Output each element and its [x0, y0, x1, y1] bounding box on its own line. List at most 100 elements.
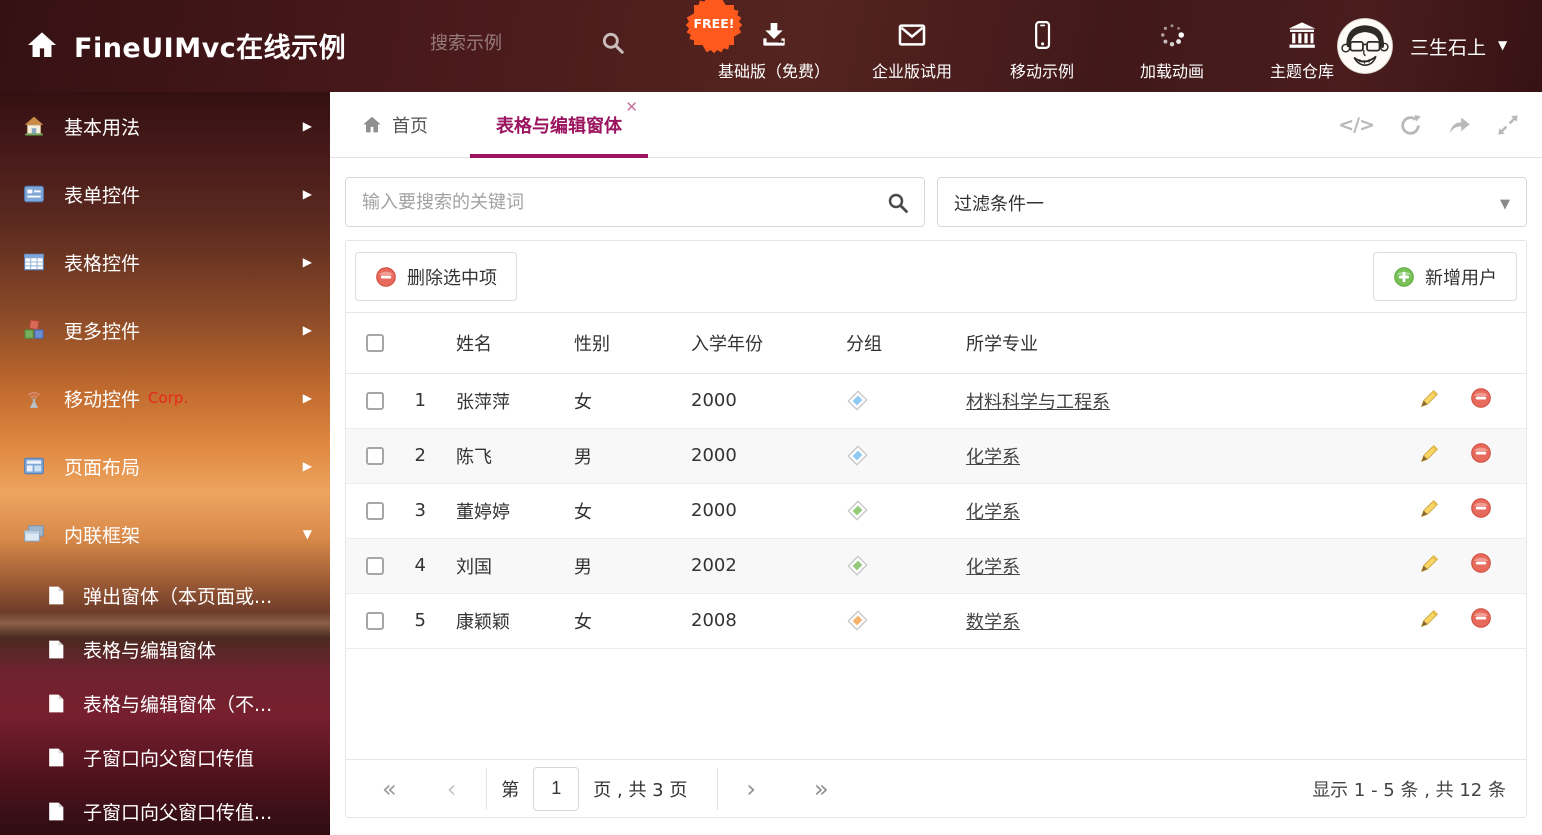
sidebar-item-basic-usage[interactable]: 基本用法 ▶	[0, 92, 330, 160]
document-icon	[46, 639, 66, 660]
col-header-group: 分组	[831, 313, 946, 373]
tab-home-label: 首页	[392, 112, 428, 138]
cell-name: 董婷婷	[436, 483, 566, 538]
sidebar-item-more-controls[interactable]: 更多控件 ▶	[0, 296, 330, 364]
sidebar-subitem-child-to-parent[interactable]: 子窗口向父窗口传值	[0, 730, 330, 784]
pagination-bar: « ‹ 第 页 , 共 3 页 › » 显示 1 - 5 条 , 共 12 条	[346, 759, 1526, 817]
row-checkbox[interactable]	[366, 612, 384, 630]
home-icon[interactable]	[26, 29, 58, 65]
tab-close-icon[interactable]: ✕	[625, 100, 638, 115]
delete-row-icon[interactable]	[1470, 442, 1492, 469]
source-code-icon[interactable]: </>	[1338, 114, 1374, 136]
users-table: 姓名 性别 入学年份 分组 所学专业 1 张萍萍 女 2000 材料科学与工程系	[346, 313, 1526, 649]
tab-grid-edit-window[interactable]: 表格与编辑窗体 ✕	[470, 92, 648, 158]
document-icon	[46, 747, 66, 768]
last-page-icon[interactable]: »	[814, 777, 829, 801]
sidebar-item-inline-frame[interactable]: 内联框架 ▼	[0, 500, 330, 568]
cell-gender: 女	[566, 593, 676, 648]
layout-icon	[22, 455, 46, 477]
plus-circle-icon	[1393, 266, 1415, 288]
chevron-right-icon: ▶	[303, 119, 312, 133]
edit-pencil-icon[interactable]	[1419, 553, 1440, 579]
add-user-button[interactable]: 新增用户	[1373, 252, 1517, 301]
user-avatar[interactable]	[1337, 18, 1393, 74]
edit-pencil-icon[interactable]	[1419, 443, 1440, 469]
sidebar-item-form-controls[interactable]: 表单控件 ▶	[0, 160, 330, 228]
search-icon[interactable]	[886, 191, 910, 219]
grid-panel: 删除选中项 新增用户 姓名 性别 入学年份 分组 所学专业	[345, 240, 1527, 818]
table-icon	[22, 251, 46, 273]
keyword-search-box	[345, 177, 925, 227]
envelope-icon	[896, 17, 928, 53]
user-caret-down-icon[interactable]: ▼	[1498, 38, 1507, 52]
major-link[interactable]: 化学系	[966, 447, 1020, 468]
refresh-icon[interactable]	[1398, 113, 1423, 138]
edit-pencil-icon[interactable]	[1419, 608, 1440, 634]
username[interactable]: 三生石上	[1410, 33, 1486, 60]
minus-circle-icon	[375, 266, 397, 288]
document-icon	[46, 801, 66, 822]
table-row: 5 康颖颖 女 2008 数学系	[346, 593, 1526, 648]
pager-divider	[717, 768, 718, 810]
next-page-icon[interactable]: ›	[746, 777, 756, 801]
sidebar-subitem-child-to-parent-2[interactable]: 子窗口向父窗口传值...	[0, 784, 330, 835]
edit-pencil-icon[interactable]	[1419, 388, 1440, 414]
delete-row-icon[interactable]	[1470, 607, 1492, 634]
delete-row-icon[interactable]	[1470, 552, 1492, 579]
table-row: 4 刘国 男 2002 化学系	[346, 538, 1526, 593]
phone-icon	[1028, 17, 1056, 53]
delete-selected-label: 删除选中项	[407, 264, 497, 290]
row-checkbox[interactable]	[366, 557, 384, 575]
page-number-input[interactable]	[533, 767, 579, 811]
header-nav: 基础版（免费） 企业版试用 移动示例 加载动画 主题仓库	[718, 0, 1350, 92]
keyword-search-input[interactable]	[362, 178, 862, 226]
first-page-icon[interactable]: «	[382, 777, 397, 801]
select-all-checkbox[interactable]	[366, 334, 384, 352]
sidebar-item-grid-controls[interactable]: 表格控件 ▶	[0, 228, 330, 296]
filter-dropdown[interactable]: 过滤条件一 ▼	[937, 177, 1527, 227]
row-checkbox[interactable]	[366, 502, 384, 520]
row-checkbox[interactable]	[366, 447, 384, 465]
col-header-actions	[1394, 313, 1526, 373]
app-header: FineUIMvc在线示例 FREE! 基础版（免费） 企业版试用	[0, 0, 1542, 92]
tab-home[interactable]: 首页	[361, 112, 428, 138]
edit-pencil-icon[interactable]	[1419, 498, 1440, 524]
major-link[interactable]: 化学系	[966, 557, 1020, 578]
nav-item-enterprise-trial[interactable]: 企业版试用	[864, 0, 960, 82]
sidebar-subitem-popup-window[interactable]: 弹出窗体（本页面或...	[0, 568, 330, 622]
sidebar-item-mobile-controls[interactable]: 移动控件 Corp. ▶	[0, 364, 330, 432]
house-icon	[22, 115, 46, 137]
prev-page-icon[interactable]: ‹	[447, 777, 457, 801]
major-link[interactable]: 化学系	[966, 502, 1020, 523]
major-link[interactable]: 数学系	[966, 612, 1020, 633]
sidebar-subitem-grid-edit-window[interactable]: 表格与编辑窗体	[0, 622, 330, 676]
major-link[interactable]: 材料科学与工程系	[966, 392, 1110, 413]
sidebar-subitem-grid-edit-window-2[interactable]: 表格与编辑窗体（不...	[0, 676, 330, 730]
delete-row-icon[interactable]	[1470, 497, 1492, 524]
chevron-right-icon: ▶	[303, 459, 312, 473]
cell-gender: 男	[566, 428, 676, 483]
nav-label: 企业版试用	[872, 58, 952, 82]
nav-item-mobile-demo[interactable]: 移动示例	[994, 0, 1090, 82]
sidebar-item-label: 移动控件	[64, 385, 140, 412]
delete-selected-button[interactable]: 删除选中项	[355, 252, 517, 301]
header-search-input[interactable]	[430, 33, 590, 54]
delete-row-icon[interactable]	[1470, 387, 1492, 414]
nav-item-loading-animation[interactable]: 加载动画	[1124, 0, 1220, 82]
add-user-label: 新增用户	[1425, 264, 1497, 290]
row-checkbox[interactable]	[366, 392, 384, 410]
cell-gender: 女	[566, 373, 676, 428]
sidebar-item-page-layout[interactable]: 页面布局 ▶	[0, 432, 330, 500]
header-search-icon[interactable]	[600, 30, 626, 60]
nav-label: 移动示例	[1010, 58, 1074, 82]
tag-icon	[846, 609, 869, 632]
antenna-icon	[22, 387, 46, 409]
cubes-icon	[22, 319, 46, 341]
share-icon[interactable]	[1447, 113, 1472, 138]
page-prefix: 第	[501, 776, 519, 802]
nav-item-theme-repo[interactable]: 主题仓库	[1254, 0, 1350, 82]
nav-item-basic-free[interactable]: 基础版（免费）	[718, 0, 830, 82]
sidebar-item-label: 内联框架	[64, 521, 140, 548]
tab-bar: 首页 表格与编辑窗体 ✕ </>	[330, 92, 1542, 158]
expand-icon[interactable]	[1496, 113, 1520, 137]
